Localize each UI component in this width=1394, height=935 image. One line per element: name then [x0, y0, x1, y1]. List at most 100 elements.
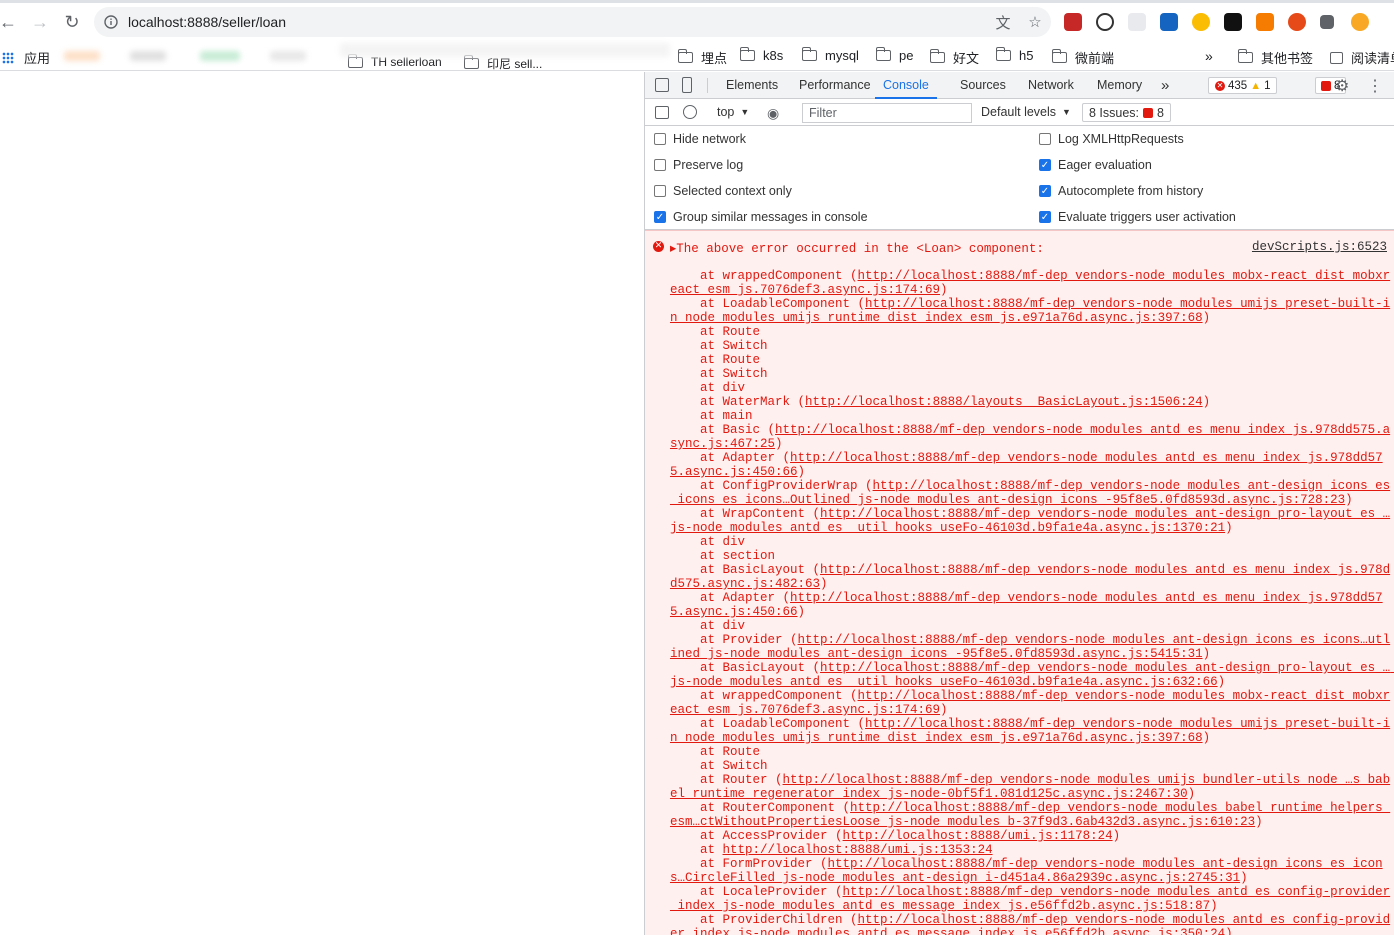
info-icon[interactable] — [94, 15, 128, 29]
reading-list[interactable]: 阅读清单 — [1330, 48, 1394, 67]
sidebar-toggle-icon[interactable] — [655, 106, 669, 119]
more-bookmarks-icon[interactable]: » — [1205, 48, 1213, 64]
context-selector[interactable]: top ▼ — [717, 105, 749, 120]
bookmark-folder[interactable]: 埋点 — [677, 48, 727, 67]
extension-icon[interactable] — [1288, 13, 1306, 31]
stack-frame: at WaterMark (http://localhost:8888/layo… — [670, 395, 1394, 409]
log-levels-dropdown[interactable]: Default levels ▼ — [981, 105, 1071, 120]
tab-memory[interactable]: Memory — [1097, 72, 1142, 99]
tab-network[interactable]: Network — [1028, 72, 1074, 99]
setting-label: Preserve log — [673, 158, 744, 172]
console-toolbar: top ▼ ◉ Filter Default levels ▼ 8 Issues… — [645, 99, 1394, 126]
extension-icon[interactable] — [1192, 13, 1210, 31]
stack-frame-suffix: ) — [1112, 829, 1121, 843]
bookmark-label: k8s — [763, 48, 784, 63]
folder-icon — [801, 47, 817, 61]
stack-frame: at div — [670, 535, 1394, 549]
other-bookmarks[interactable]: 其他书签 — [1237, 48, 1313, 67]
console-messages: ✕ ▸The above error occurred in the <Loan… — [645, 230, 1394, 935]
stack-frame-suffix: ) — [797, 465, 806, 479]
reading-list-icon — [1330, 51, 1343, 64]
extension-icon[interactable] — [1064, 13, 1082, 31]
setting-group-similar[interactable]: ✓ Group similar messages in console — [654, 210, 868, 224]
checkbox-checked[interactable]: ✓ — [654, 211, 666, 223]
stack-frame: at ProviderChildren (http://localhost:88… — [670, 913, 1394, 935]
forward-icon[interactable]: → — [24, 6, 56, 38]
stack-frame-suffix: ) — [1202, 647, 1211, 661]
extension-icon[interactable] — [1224, 13, 1242, 31]
error-source-link[interactable]: devScripts.js:6523 — [1252, 240, 1387, 254]
device-toolbar-icon[interactable] — [682, 77, 692, 93]
rss-icon[interactable] — [1256, 13, 1274, 31]
bookmark-folder[interactable]: TH sellerloan — [347, 53, 442, 69]
more-tabs-icon[interactable]: » — [1161, 72, 1169, 99]
setting-selected-context-only[interactable]: Selected context only — [654, 184, 792, 198]
reload-icon[interactable]: ↻ — [56, 6, 88, 38]
stack-frame-link[interactable]: http://localhost:8888/umi.js:1353:24 — [723, 843, 993, 857]
address-bar[interactable]: localhost:8888/seller/loan 文 ☆ — [94, 7, 1051, 37]
setting-evaluate-triggers[interactable]: ✓ Evaluate triggers user activation — [1039, 210, 1236, 224]
checkbox[interactable] — [654, 133, 666, 145]
setting-log-xhr[interactable]: Log XMLHttpRequests — [1039, 132, 1184, 146]
tab-elements[interactable]: Elements — [726, 72, 778, 99]
stack-frame-link[interactable]: http://localhost:8888/umi.js:1178:24 — [843, 829, 1113, 843]
stack-frame: at div — [670, 619, 1394, 633]
checkbox-checked[interactable]: ✓ — [1039, 185, 1051, 197]
checkbox-checked[interactable]: ✓ — [1039, 211, 1051, 223]
bookmark-folder[interactable]: pe — [875, 47, 913, 63]
folder-icon — [739, 47, 755, 61]
profile-avatar[interactable] — [1351, 13, 1369, 31]
bookmark-folder[interactable]: h5 — [995, 47, 1033, 63]
stack-frame-text: at Switch — [670, 367, 768, 381]
translate-icon[interactable]: 文 — [987, 12, 1019, 33]
error-warning-counter[interactable]: ✕ 435 ▲ 1 — [1208, 77, 1278, 94]
bookmark-folder[interactable]: k8s — [739, 47, 784, 63]
tab-sources[interactable]: Sources — [960, 72, 1006, 99]
apps-shortcut[interactable]: 应用 — [2, 48, 50, 67]
checkbox[interactable] — [1039, 133, 1051, 145]
setting-hide-network[interactable]: Hide network — [654, 132, 746, 146]
bookmark-folder[interactable]: 微前端 — [1051, 48, 1114, 67]
inspect-element-icon[interactable] — [655, 78, 669, 92]
setting-preserve-log[interactable]: Preserve log — [654, 158, 743, 172]
stack-frame: at AccessProvider (http://localhost:8888… — [670, 829, 1394, 843]
stack-frame-text: at section — [670, 549, 776, 563]
folder-icon — [463, 55, 479, 69]
console-filter-input[interactable]: Filter — [802, 103, 972, 123]
settings-gear-icon[interactable]: ⚙ — [1335, 76, 1349, 96]
stack-frame-link[interactable]: http://localhost:8888/layouts__BasicLayo… — [805, 395, 1203, 409]
setting-autocomplete-history[interactable]: ✓ Autocomplete from history — [1039, 184, 1203, 198]
checkbox[interactable] — [654, 185, 666, 197]
stack-frame-suffix: ) — [1255, 815, 1263, 829]
live-expression-eye-icon[interactable]: ◉ — [767, 105, 779, 122]
kebab-menu-icon[interactable]: ⋮ — [1367, 76, 1383, 96]
bookmark-star-icon[interactable]: ☆ — [1019, 13, 1051, 31]
setting-label: Eager evaluation — [1058, 158, 1152, 172]
extension-icon[interactable] — [1160, 13, 1178, 31]
bookmark-folder[interactable]: mysql — [801, 47, 859, 63]
tab-performance[interactable]: Performance — [799, 72, 871, 99]
bookmark-label: 印尼 sell... — [487, 57, 543, 71]
error-message: ▸The above error occurred in the <Loan> … — [670, 242, 1044, 256]
stack-frame-suffix: ) — [1225, 521, 1233, 535]
stack-frame-text: at Route — [670, 325, 761, 339]
tabs-separator — [707, 78, 708, 93]
clear-console-icon[interactable] — [683, 105, 697, 119]
checkbox-checked[interactable]: ✓ — [1039, 159, 1051, 171]
extension-icon[interactable] — [1128, 13, 1146, 31]
checkbox[interactable] — [654, 159, 666, 171]
setting-eager-evaluation[interactable]: ✓ Eager evaluation — [1039, 158, 1152, 172]
stack-frame-text: at AccessProvider ( — [670, 829, 843, 843]
stack-frame: at RouterComponent (http://localhost:888… — [670, 801, 1394, 829]
blurred-bookmark — [270, 51, 306, 61]
bookmark-folder[interactable]: 印尼 sell... — [463, 55, 543, 72]
folder-icon — [995, 47, 1011, 61]
folder-icon — [677, 49, 693, 63]
puzzle-icon[interactable] — [1320, 15, 1334, 29]
extension-icon[interactable] — [1096, 13, 1114, 31]
issues-button[interactable]: 8 Issues: 8 — [1082, 103, 1171, 122]
bookmark-folder[interactable]: 好文 — [929, 48, 979, 67]
tab-console[interactable]: Console — [875, 72, 937, 99]
back-icon[interactable]: ← — [0, 6, 24, 38]
stack-frame: at LocaleProvider (http://localhost:8888… — [670, 885, 1394, 913]
